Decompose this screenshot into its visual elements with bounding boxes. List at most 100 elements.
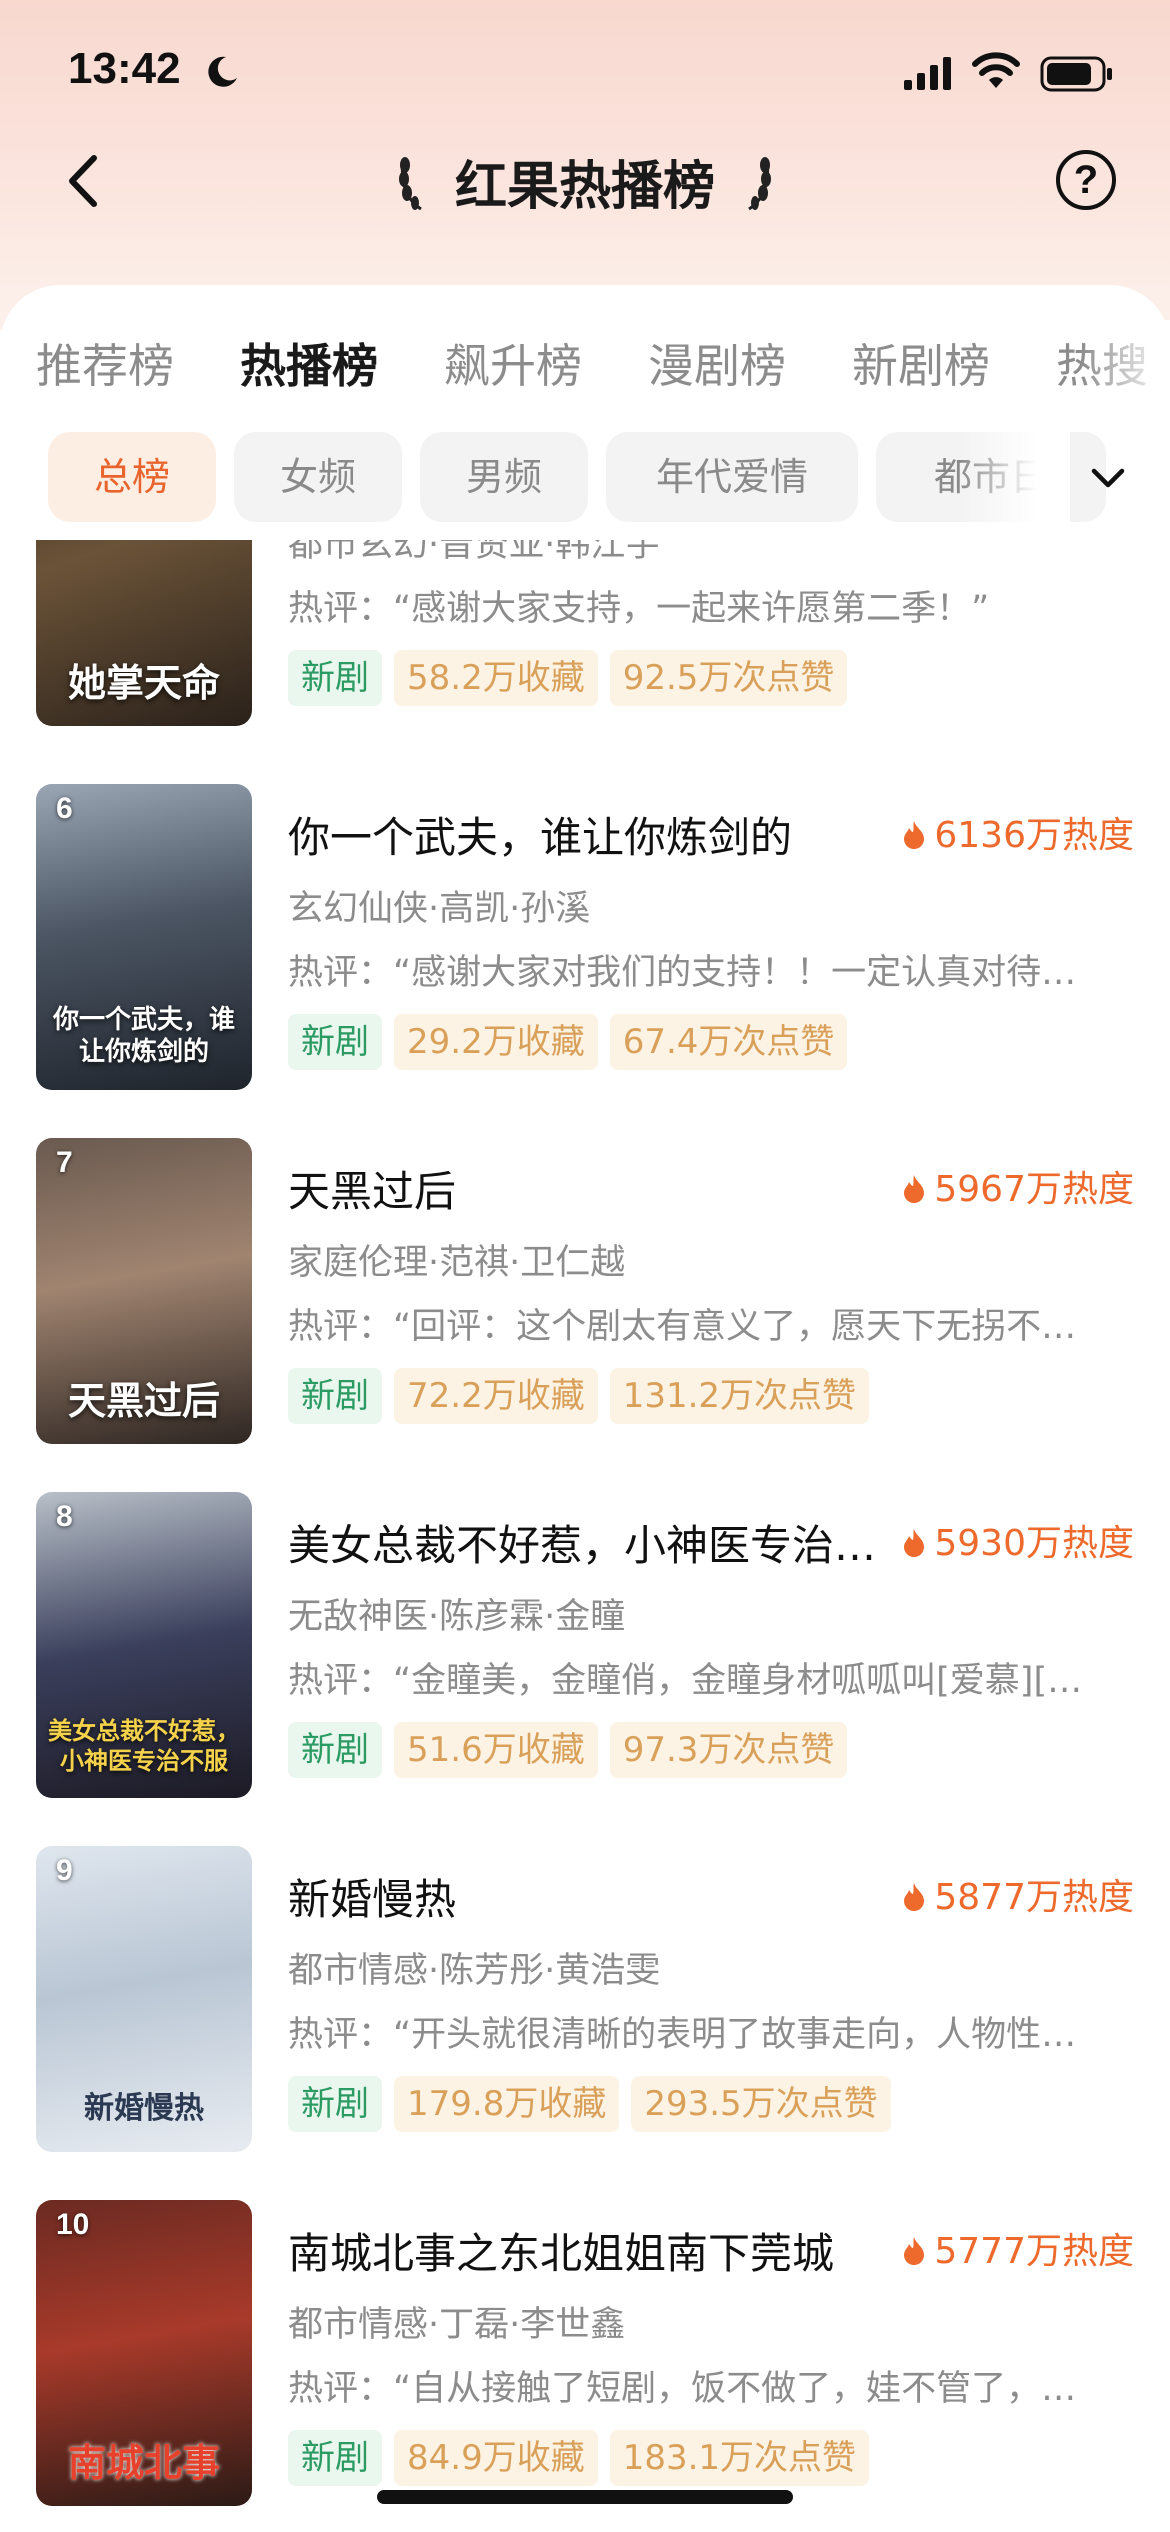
poster-title: 新婚慢热 (84, 2091, 204, 2126)
item-meta: 都市玄幻·晋贤亚·韩江宇 (288, 540, 661, 565)
item-meta: 家庭伦理·范祺·卫仁越 (288, 1243, 626, 1283)
item-review: 热评：“感谢大家对我们的支持！！一定认真对待每一部作品” (288, 953, 1108, 993)
item-title: 南城北事之东北姐姐南下莞城 (288, 2229, 835, 2278)
rank-number: 7 (56, 1146, 73, 1179)
item-meta: 都市情感·陈芳彤·黄浩雯 (288, 1951, 661, 1991)
laurel-right-icon (748, 156, 772, 210)
tab-hot[interactable]: 热播榜 (240, 330, 378, 396)
chip-period-romance[interactable]: 年代爱情 (606, 432, 858, 522)
chip-male[interactable]: 男频 (420, 432, 588, 522)
new-badge: 新剧 (288, 2076, 382, 2132)
poster-title: 美女总裁不好惹，小神医专治不服 (48, 1716, 240, 1775)
heat-text: 5930万热度 (934, 1523, 1134, 1564)
favorites-count: 179.8万收藏 (394, 2076, 620, 2132)
poster-image: 6 你一个武夫，谁让你炼剑的 (36, 784, 252, 1090)
item-review: 热评：“自从接触了短剧，饭不做了，娃不管了，天天追剧” (288, 2369, 1108, 2409)
poster-image: 9 新婚慢热 (36, 1846, 252, 2152)
poster-title: 天黑过后 (67, 1378, 220, 1423)
heat-value: 5877万热度 (902, 1868, 1134, 1920)
likes-count: 67.4万次点赞 (609, 1014, 848, 1070)
heat-value: 5967万热度 (902, 1160, 1134, 1212)
item-meta: 都市情感·丁磊·李世鑫 (288, 2305, 626, 2345)
item-review: 热评：“开头就很清晰的表明了故事走向，人物性格鲜明” (288, 2015, 1108, 2055)
item-review: 热评：“回评：这个剧太有意义了，愿天下无拐不再有分离” (288, 1307, 1108, 1347)
poster-image: 她掌天命 (36, 540, 252, 726)
battery-icon (1040, 56, 1112, 92)
flame-icon (904, 1175, 925, 1203)
new-badge: 新剧 (288, 1722, 382, 1778)
heat-value: 6136万热度 (902, 806, 1134, 858)
flame-icon (904, 1529, 925, 1557)
heat-text: 5777万热度 (934, 2231, 1134, 2272)
item-review: 热评：“感谢大家支持，一起来许愿第二季！” (288, 589, 990, 629)
item-title: 你一个武夫，谁让你炼剑的 (288, 813, 793, 862)
tab-new[interactable]: 新剧榜 (852, 330, 990, 396)
item-title: 新婚慢热 (288, 1875, 457, 1924)
list-item[interactable]: 8 美女总裁不好惹，小神医专治不服 美女总裁不好惹，小神医专治不服 5930万热… (0, 1492, 1170, 1802)
heat-text: 5877万热度 (934, 1877, 1134, 1918)
page-title-wrap: 红果热播榜 (0, 144, 1170, 219)
rank-number: 10 (56, 2208, 90, 2241)
chip-all[interactable]: 总榜 (48, 432, 216, 522)
signal-icon (904, 57, 951, 90)
poster-image: 8 美女总裁不好惹，小神医专治不服 (36, 1492, 252, 1798)
item-tags: 新剧 72.2万收藏 131.2万次点赞 (288, 1368, 881, 1424)
nav-bar: 红果热播榜 ? (0, 130, 1170, 230)
tab-comic[interactable]: 漫剧榜 (648, 330, 786, 396)
favorites-count: 84.9万收藏 (394, 2430, 598, 2486)
wifi-icon (972, 52, 1020, 88)
rank-number: 8 (56, 1500, 73, 1533)
ranking-tabs: 推荐榜 热播榜 飙升榜 漫剧榜 新剧榜 热搜 (0, 330, 1170, 410)
chip-female[interactable]: 女频 (234, 432, 402, 522)
item-title: 天黑过后 (288, 1167, 457, 1216)
likes-count: 183.1万次点赞 (609, 2430, 870, 2486)
likes-count: 97.3万次点赞 (609, 1722, 848, 1778)
tab-recommend[interactable]: 推荐榜 (36, 330, 174, 396)
poster-image: 10 南城北事 (36, 2200, 252, 2506)
flame-icon (904, 821, 925, 849)
status-bar: 13:42 (0, 0, 1170, 140)
new-badge: 新剧 (288, 650, 382, 706)
item-meta: 玄幻仙侠·高凯·孙溪 (288, 889, 591, 929)
rank-number: 6 (56, 792, 73, 825)
home-indicator (377, 2490, 793, 2504)
page-title: 红果热播榜 (454, 157, 715, 217)
flame-icon (904, 2237, 925, 2265)
likes-count: 293.5万次点赞 (631, 2076, 891, 2132)
new-badge: 新剧 (288, 1014, 382, 1070)
poster-title: 她掌天命 (67, 660, 220, 705)
item-meta: 无敌神医·陈彦霖·金瞳 (288, 1597, 626, 1637)
favorites-count: 72.2万收藏 (394, 1368, 598, 1424)
list-item[interactable]: 6 你一个武夫，谁让你炼剑的 你一个武夫，谁让你炼剑的 6136万热度 玄幻仙侠… (0, 784, 1170, 1094)
poster-title: 你一个武夫，谁让你炼剑的 (52, 1005, 235, 1067)
heat-value: 5777万热度 (902, 2222, 1134, 2274)
tab-rising[interactable]: 飙升榜 (444, 330, 582, 396)
favorites-count: 58.2万收藏 (394, 650, 598, 706)
list-item[interactable]: 9 新婚慢热 新婚慢热 5877万热度 都市情感·陈芳彤·黄浩雯 热评：“开头就… (0, 1846, 1170, 2156)
favorites-count: 29.2万收藏 (394, 1014, 598, 1070)
new-badge: 新剧 (288, 1368, 382, 1424)
laurel-left-icon (398, 156, 422, 210)
list-item[interactable]: 7 天黑过后 天黑过后 5967万热度 家庭伦理·范祺·卫仁越 热评：“回评：这… (0, 1138, 1170, 1448)
item-tags: 新剧 84.9万收藏 183.1万次点赞 (288, 2430, 881, 2486)
favorites-count: 51.6万收藏 (394, 1722, 598, 1778)
item-tags: 新剧 58.2万收藏 92.5万次点赞 (288, 650, 859, 706)
heat-text: 5967万热度 (934, 1169, 1134, 1210)
list-item[interactable]: 10 南城北事 南城北事之东北姐姐南下莞城 5777万热度 都市情感·丁磊·李世… (0, 2200, 1170, 2510)
chevron-down-icon[interactable] (1086, 456, 1130, 500)
ranking-list: 她掌天命 都市玄幻·晋贤亚·韩江宇 热评：“感谢大家支持，一起来许愿第二季！” … (0, 540, 1170, 2532)
likes-count: 131.2万次点赞 (609, 1368, 870, 1424)
new-badge: 新剧 (288, 2430, 382, 2486)
item-review: 热评：“金瞳美，金瞳俏，金瞳身材呱呱叫[爱慕][爱慕]” (288, 1661, 1108, 1701)
tabs-fade (1080, 320, 1170, 410)
item-tags: 新剧 179.8万收藏 293.5万次点赞 (288, 2076, 903, 2132)
moon-icon (208, 56, 237, 87)
list-item[interactable]: 她掌天命 都市玄幻·晋贤亚·韩江宇 热评：“感谢大家支持，一起来许愿第二季！” … (0, 540, 1170, 730)
heat-value: 5930万热度 (902, 1514, 1134, 1566)
status-time: 13:42 (68, 44, 181, 93)
heat-text: 6136万热度 (934, 815, 1134, 856)
item-tags: 新剧 51.6万收藏 97.3万次点赞 (288, 1722, 859, 1778)
flame-icon (904, 1883, 925, 1911)
help-button[interactable]: ? (1056, 150, 1116, 210)
rank-number: 9 (56, 1854, 73, 1887)
